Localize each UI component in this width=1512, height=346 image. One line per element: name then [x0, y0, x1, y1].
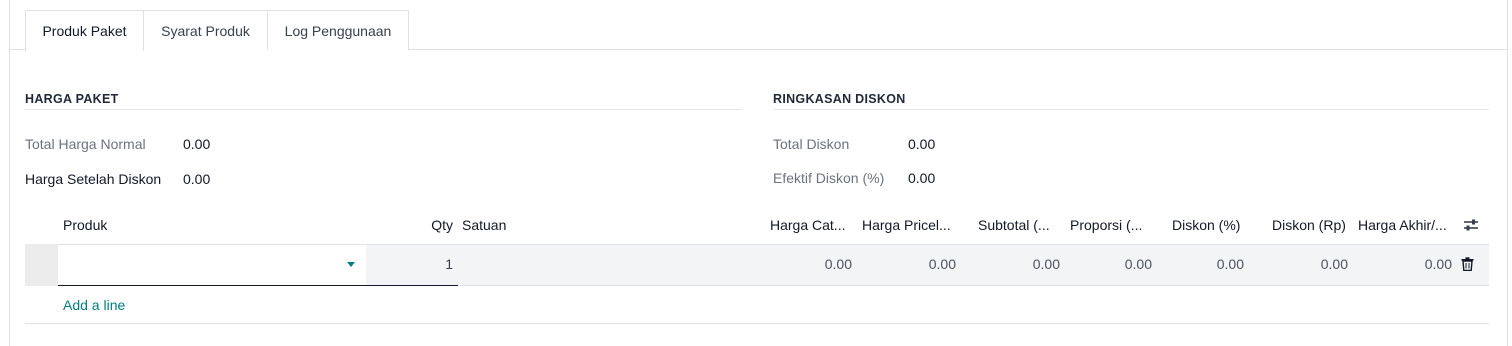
- sliders-icon[interactable]: [1463, 218, 1479, 232]
- column-header-harga-catalog[interactable]: Harga Cat...: [770, 217, 856, 233]
- harga-paket-title: HARGA PAKET: [25, 92, 742, 110]
- cell-harga-pricelist[interactable]: 0.00: [862, 256, 956, 272]
- form-panel: [9, 0, 1508, 346]
- efektif-diskon-label: Efektif Diskon (%): [773, 170, 885, 186]
- harga-setelah-diskon-value: 0.00: [183, 171, 211, 187]
- caret-down-icon[interactable]: [347, 262, 355, 267]
- tab-produk-paket[interactable]: Produk Paket: [25, 10, 144, 51]
- column-header-qty[interactable]: Qty: [400, 217, 453, 233]
- add-line-link[interactable]: Add a line: [63, 297, 125, 313]
- column-header-harga-pricelist[interactable]: Harga Pricel...: [862, 217, 962, 233]
- ringkasan-diskon-title: RINGKASAN DISKON: [773, 92, 1489, 110]
- column-header-produk[interactable]: Produk: [63, 217, 107, 233]
- total-harga-normal-label: Total Harga Normal: [25, 136, 146, 152]
- harga-setelah-diskon-label: Harga Setelah Diskon: [25, 171, 162, 187]
- column-header-diskon-pct[interactable]: Diskon (%): [1172, 217, 1252, 233]
- efektif-diskon-value: 0.00: [908, 170, 936, 186]
- tab-log-penggunaan[interactable]: Log Penggunaan: [268, 10, 409, 50]
- cell-qty[interactable]: 1: [400, 256, 453, 272]
- table-bottom-divider: [25, 323, 1489, 324]
- cell-harga-akhir[interactable]: 0.00: [1358, 256, 1452, 272]
- column-header-satuan[interactable]: Satuan: [462, 217, 506, 233]
- total-harga-normal-value: 0.00: [183, 136, 211, 152]
- column-header-subtotal[interactable]: Subtotal (...: [978, 217, 1060, 233]
- column-header-harga-akhir[interactable]: Harga Akhir/...: [1358, 217, 1454, 233]
- cell-proporsi[interactable]: 0.00: [1070, 256, 1152, 272]
- product-input-underline: [58, 285, 458, 286]
- total-diskon-label: Total Diskon: [773, 136, 850, 152]
- row-handle[interactable]: [25, 244, 58, 286]
- cell-diskon-rp[interactable]: 0.00: [1272, 256, 1348, 272]
- cell-harga-catalog[interactable]: 0.00: [770, 256, 852, 272]
- column-header-proporsi[interactable]: Proporsi (...: [1070, 217, 1152, 233]
- column-header-diskon-rp[interactable]: Diskon (Rp): [1272, 217, 1354, 233]
- cell-diskon-pct[interactable]: 0.00: [1172, 256, 1244, 272]
- tab-syarat-produk[interactable]: Syarat Produk: [144, 10, 268, 50]
- trash-icon[interactable]: [1461, 257, 1474, 272]
- cell-subtotal[interactable]: 0.00: [978, 256, 1060, 272]
- product-select-input[interactable]: [58, 245, 366, 285]
- total-diskon-value: 0.00: [908, 136, 936, 152]
